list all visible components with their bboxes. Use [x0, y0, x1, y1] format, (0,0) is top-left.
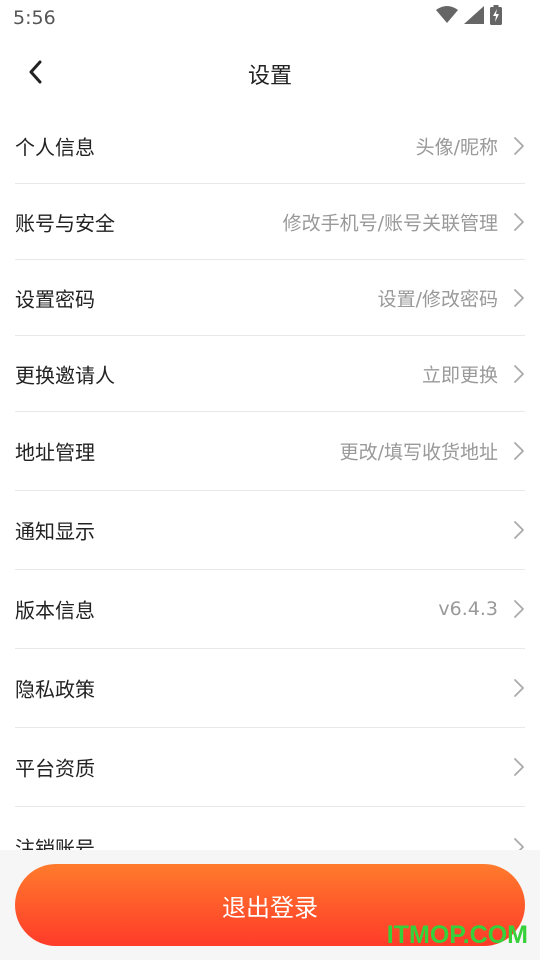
status-bar: 5:56 [0, 0, 540, 36]
settings-item-account-security[interactable]: 账号与安全 修改手机号/账号关联管理 [15, 184, 525, 260]
settings-item-label: 通知显示 [15, 519, 95, 544]
chevron-right-icon [513, 678, 525, 698]
chevron-right-icon [513, 212, 525, 232]
settings-item-qualifications[interactable]: 平台资质 [15, 728, 525, 807]
settings-item-notifications[interactable]: 通知显示 [15, 491, 525, 570]
settings-item-privacy-policy[interactable]: 隐私政策 [15, 649, 525, 728]
wifi-icon [436, 6, 458, 28]
chevron-right-icon [513, 757, 525, 777]
logout-button-label: 退出登录 [222, 893, 318, 922]
chevron-right-icon [513, 364, 525, 384]
settings-item-value: v6.4.3 [438, 598, 498, 620]
settings-item-value: 更改/填写收货地址 [339, 441, 498, 464]
chevron-right-icon [513, 441, 525, 461]
battery-charging-icon [490, 5, 502, 29]
settings-item-value: 修改手机号/账号关联管理 [282, 212, 498, 234]
chevron-right-icon [513, 599, 525, 619]
settings-item-label: 账号与安全 [15, 211, 115, 235]
settings-item-value: 立即更换 [421, 364, 498, 386]
chevron-right-icon [513, 288, 525, 308]
chevron-right-icon [513, 520, 525, 540]
settings-item-address[interactable]: 地址管理 更改/填写收货地址 [15, 412, 525, 491]
settings-item-label: 个人信息 [15, 135, 95, 159]
page-title: 设置 [247, 64, 292, 89]
nav-bar: 设置 [0, 36, 540, 108]
settings-item-value: 设置/修改密码 [377, 288, 498, 310]
settings-item-label: 版本信息 [15, 598, 95, 623]
settings-item-label: 注销账号 [15, 836, 95, 850]
status-time: 5:56 [13, 7, 56, 29]
signal-icon [464, 6, 484, 28]
chevron-right-icon [513, 837, 525, 850]
settings-list: 个人信息 头像/昵称 账号与安全 修改手机号/账号关联管理 设置密码 设置/修改… [15, 108, 525, 850]
settings-item-label: 平台资质 [15, 756, 95, 781]
settings-item-label: 地址管理 [15, 440, 95, 465]
settings-item-value: 头像/昵称 [415, 136, 498, 158]
status-icons [436, 5, 502, 29]
settings-item-delete-account[interactable]: 注销账号 [15, 807, 525, 850]
settings-item-password[interactable]: 设置密码 设置/修改密码 [15, 260, 525, 336]
settings-item-profile[interactable]: 个人信息 头像/昵称 [15, 108, 525, 184]
settings-item-inviter[interactable]: 更换邀请人 立即更换 [15, 336, 525, 412]
settings-item-label: 隐私政策 [15, 677, 95, 702]
settings-item-label: 更换邀请人 [15, 363, 115, 387]
watermark: ITMOP.COM [386, 921, 528, 949]
settings-item-label: 设置密码 [15, 287, 95, 311]
settings-item-version[interactable]: 版本信息 v6.4.3 [15, 570, 525, 649]
chevron-right-icon [513, 136, 525, 156]
